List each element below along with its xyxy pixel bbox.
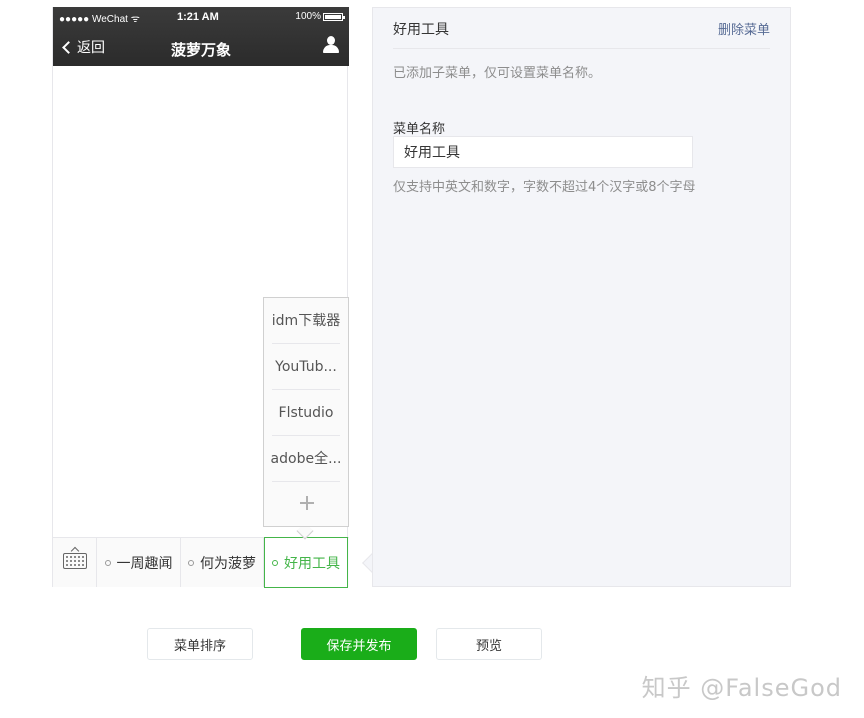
add-submenu-button[interactable] [264, 482, 348, 526]
delete-menu-link[interactable]: 删除菜单 [718, 19, 770, 38]
menu-item-3-selected[interactable]: 好用工具 [264, 537, 348, 588]
battery-percent: 100% [295, 11, 321, 22]
battery-icon [323, 13, 345, 21]
preview-button[interactable]: 预览 [436, 628, 542, 660]
status-time: 1:21 AM [177, 11, 219, 23]
carrier-text: ●●●●● WeChat ᯤ [59, 14, 140, 25]
submenu-popup: idm下载器 YouTub... Flstudio adobe全... [263, 297, 349, 527]
submenu-tip: 已添加子菜单，仅可设置菜单名称。 [393, 66, 602, 81]
menu-item-1[interactable]: 一周趣闻 [97, 538, 181, 587]
watermark: 知乎 @FalseGod [641, 674, 842, 702]
submenu-item[interactable]: Flstudio [264, 390, 348, 436]
submenu-dot-icon [104, 559, 111, 566]
menu-name-hint: 仅支持中英文和数字，字数不超过4个汉字或8个字母 [393, 180, 696, 195]
menu-item-label: 一周趣闻 [116, 555, 173, 572]
plus-icon [300, 496, 314, 510]
menu-item-label: 好用工具 [284, 555, 340, 572]
status-bar: ●●●●● WeChat ᯤ 1:21 AM 100% [53, 7, 349, 27]
menu-editor-panel: 好用工具 删除菜单 已添加子菜单，仅可设置菜单名称。 菜单名称 仅支持中英文和数… [372, 7, 791, 587]
divider [393, 48, 770, 49]
menu-item-label: 何为菠萝 [200, 555, 256, 572]
keyboard-icon [63, 553, 87, 569]
custom-menu-bar: 一周趣闻 何为菠萝 好用工具 [53, 537, 349, 588]
phone-header: ●●●●● WeChat ᯤ 1:21 AM 100% 返回 菠萝万象 [53, 7, 349, 66]
submenu-dot-icon [188, 559, 194, 566]
menu-item-2[interactable]: 何为菠萝 [181, 538, 264, 587]
menu-name-label: 菜单名称 [393, 122, 446, 137]
submenu-dot-icon [272, 559, 278, 566]
sort-menu-button[interactable]: 菜单排序 [147, 628, 253, 660]
save-publish-button[interactable]: 保存并发布 [301, 628, 417, 660]
submenu-item[interactable]: adobe全... [264, 436, 348, 482]
submenu-item[interactable]: idm下载器 [264, 298, 348, 344]
user-icon [323, 36, 339, 54]
submenu-item[interactable]: YouTub... [264, 344, 348, 390]
keyboard-toggle[interactable] [53, 538, 97, 587]
menu-name-input[interactable] [393, 136, 693, 168]
editor-title: 好用工具 [393, 22, 449, 38]
account-title: 菠萝万象 [170, 41, 231, 59]
